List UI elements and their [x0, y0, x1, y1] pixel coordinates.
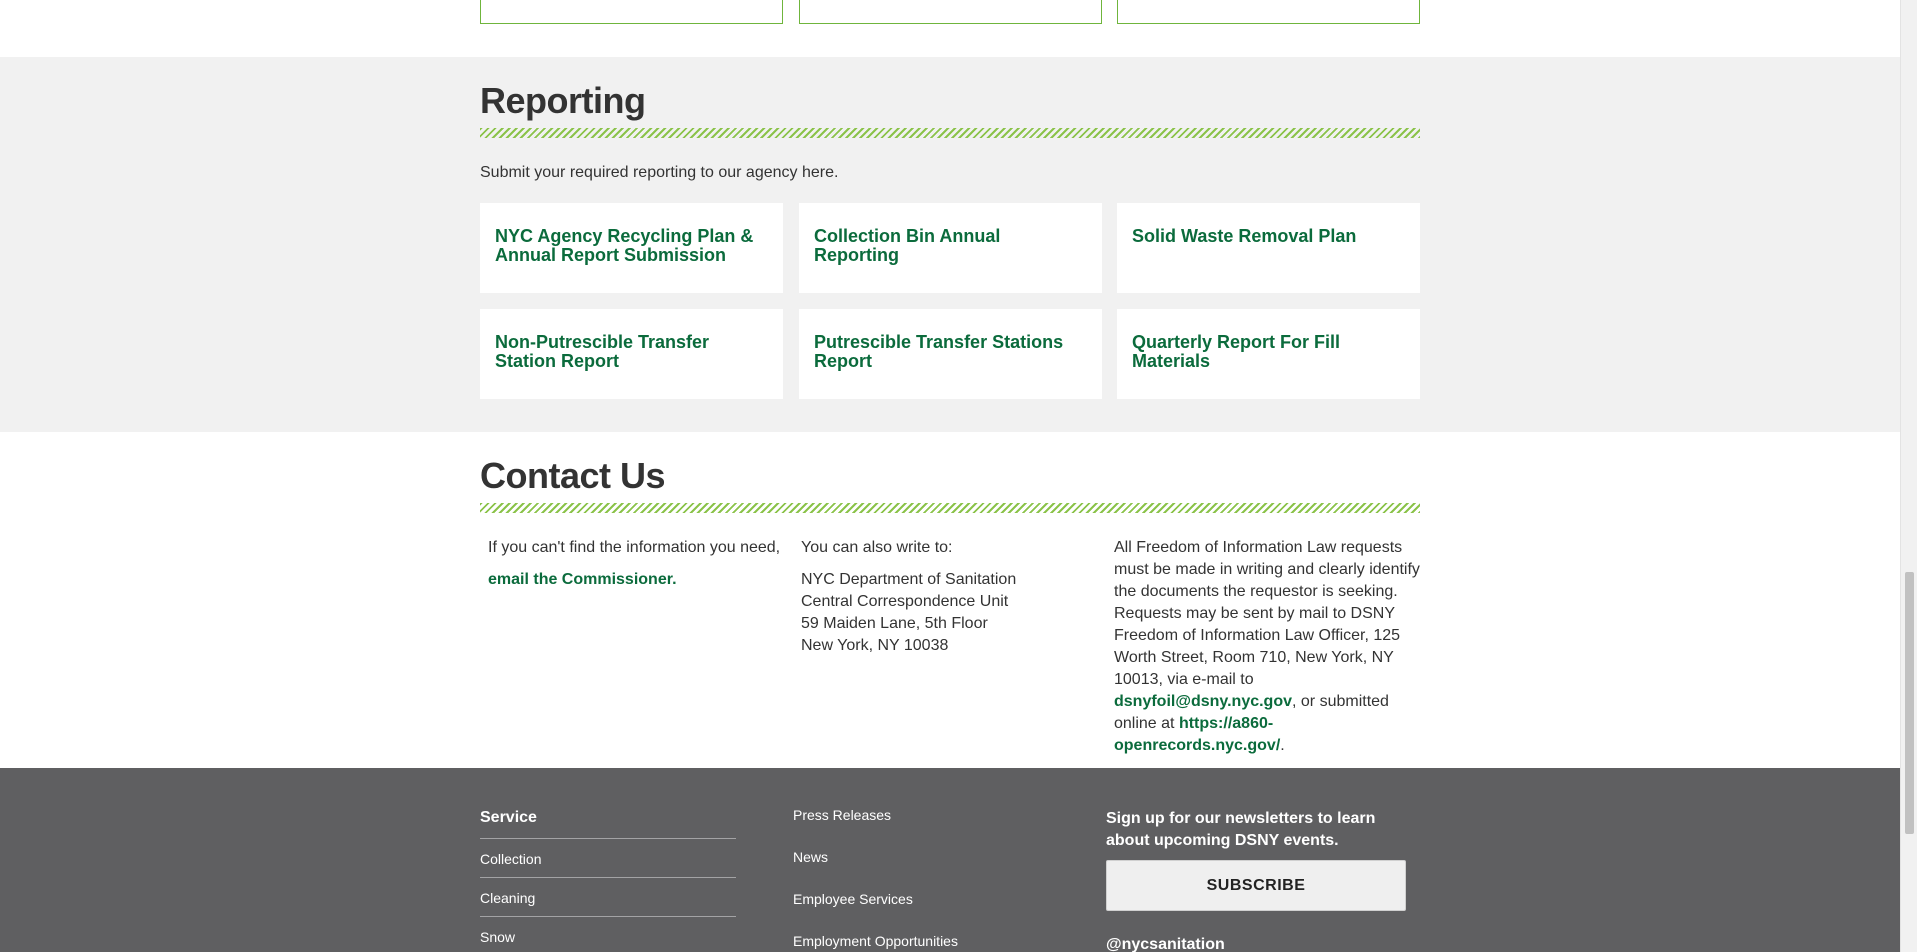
- contact-section: Contact Us If you can't find the informa…: [0, 432, 1900, 768]
- reporting-card-recycling-plan[interactable]: NYC Agency Recycling Plan & Annual Repor…: [480, 203, 783, 293]
- footer-divider: [480, 877, 736, 878]
- previous-section-strip: [0, 0, 1900, 57]
- reporting-title-underline: [480, 128, 1420, 138]
- address-line: New York, NY 10038: [801, 637, 949, 654]
- contact-address: NYC Department of Sanitation Central Cor…: [801, 569, 1081, 657]
- reporting-card-label: Quarterly Report For Fill Materials: [1132, 332, 1341, 371]
- footer-service-heading: Service: [480, 809, 537, 826]
- contact-email-text: If you can't find the information you ne…: [488, 539, 781, 556]
- subscribe-button[interactable]: SUBSCRIBE: [1106, 860, 1406, 911]
- foil-email-link[interactable]: dsnyfoil@dsny.nyc.gov: [1114, 693, 1292, 710]
- previous-card-1[interactable]: [480, 0, 783, 24]
- site-footer: Service Collection Cleaning Snow Press R…: [0, 768, 1900, 952]
- reporting-card-putrescible[interactable]: Putrescible Transfer Stations Report: [799, 309, 1102, 399]
- contact-title-underline: [480, 503, 1420, 513]
- foil-text: All Freedom of Information Law requests …: [1114, 539, 1420, 688]
- footer-link-news[interactable]: News: [793, 849, 828, 865]
- reporting-section: Reporting Submit your required reporting…: [0, 57, 1900, 432]
- reporting-card-label: Collection Bin Annual Reporting: [814, 226, 1001, 265]
- previous-card-3[interactable]: [1117, 0, 1420, 24]
- contact-col-email: If you can't find the information you ne…: [488, 537, 788, 591]
- previous-card-2[interactable]: [799, 0, 1102, 24]
- footer-divider: [480, 916, 736, 917]
- foil-paragraph: All Freedom of Information Law requests …: [1114, 537, 1420, 757]
- reporting-card-fill-materials[interactable]: Quarterly Report For Fill Materials: [1117, 309, 1420, 399]
- footer-link-collection[interactable]: Collection: [480, 851, 541, 867]
- contact-col-foil: All Freedom of Information Law requests …: [1114, 537, 1420, 757]
- page-scrollbar[interactable]: [1900, 0, 1917, 952]
- foil-text-end: .: [1280, 737, 1285, 754]
- contact-col-mail: You can also write to: NYC Department of…: [801, 537, 1081, 657]
- contact-title: Contact Us: [480, 455, 666, 496]
- footer-link-snow[interactable]: Snow: [480, 929, 515, 945]
- reporting-card-label: NYC Agency Recycling Plan & Annual Repor…: [495, 226, 754, 265]
- social-handle-link[interactable]: @nycsanitation: [1106, 936, 1225, 952]
- reporting-intro: Submit your required reporting to our ag…: [480, 164, 839, 181]
- footer-link-employee-services[interactable]: Employee Services: [793, 891, 913, 907]
- footer-link-employment[interactable]: Employment Opportunities: [793, 933, 958, 949]
- reporting-title: Reporting: [480, 80, 646, 121]
- footer-link-cleaning[interactable]: Cleaning: [480, 890, 535, 906]
- contact-write-intro: You can also write to:: [801, 539, 953, 556]
- footer-link-press-releases[interactable]: Press Releases: [793, 807, 891, 823]
- reporting-card-label: Solid Waste Removal Plan: [1132, 226, 1357, 246]
- footer-divider: [480, 838, 736, 839]
- reporting-card-label: Non-Putrescible Transfer Station Report: [495, 332, 710, 371]
- scrollbar-thumb[interactable]: [1905, 572, 1914, 834]
- email-commissioner-link[interactable]: email the Commissioner.: [488, 569, 788, 591]
- reporting-card-collection-bin[interactable]: Collection Bin Annual Reporting: [799, 203, 1102, 293]
- reporting-card-label: Putrescible Transfer Stations Report: [814, 332, 1064, 371]
- reporting-card-solid-waste[interactable]: Solid Waste Removal Plan: [1117, 203, 1420, 293]
- address-line: Central Correspondence Unit: [801, 593, 1009, 610]
- newsletter-text: Sign up for our newsletters to learn abo…: [1106, 810, 1376, 849]
- reporting-card-non-putrescible[interactable]: Non-Putrescible Transfer Station Report: [480, 309, 783, 399]
- address-line: 59 Maiden Lane, 5th Floor: [801, 615, 988, 632]
- address-line: NYC Department of Sanitation: [801, 571, 1017, 588]
